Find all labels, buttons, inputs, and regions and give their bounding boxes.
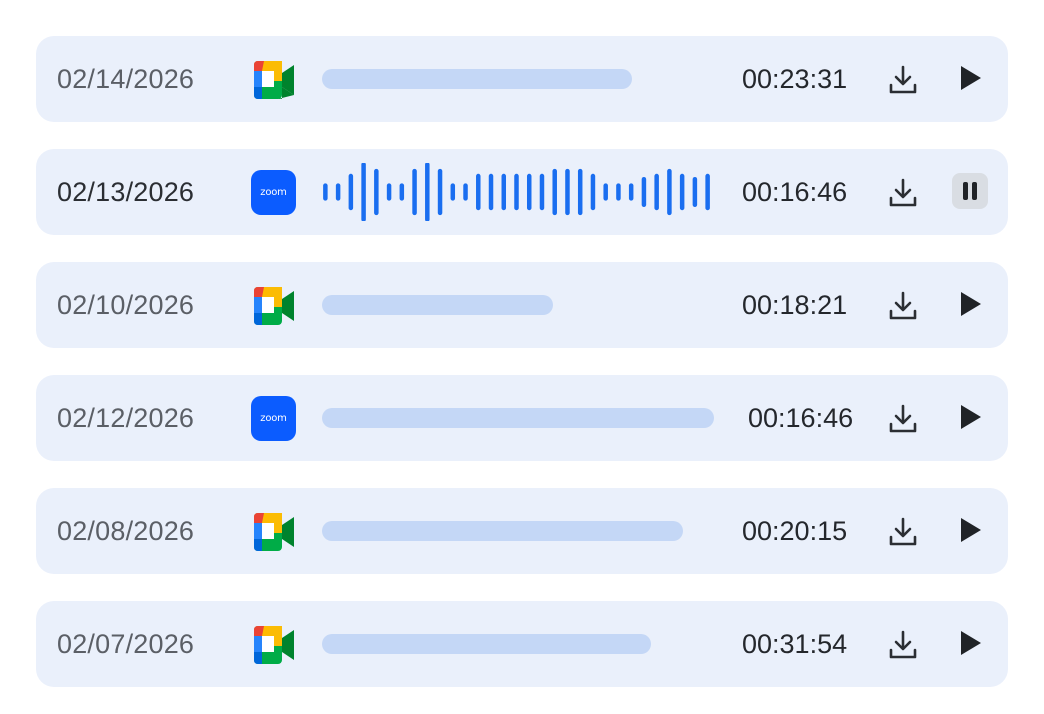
- recordings-list: 02/14/2026 00:23:31 02/13/2026 zoom 00:1…: [36, 36, 1008, 714]
- play-icon: [961, 405, 981, 429]
- progress-bar[interactable]: [322, 408, 714, 428]
- play-icon: [961, 518, 981, 542]
- recording-date: 02/08/2026: [57, 516, 195, 546]
- zoom-icon: zoom: [251, 170, 296, 215]
- audio-waveform[interactable]: [319, 163, 714, 221]
- recording-date: 02/07/2026: [57, 629, 195, 659]
- download-icon[interactable]: [886, 628, 920, 662]
- recording-row[interactable]: 02/12/2026 zoom 00:16:46: [36, 375, 1008, 461]
- recording-duration: 00:18:21: [742, 290, 848, 320]
- recording-date: 02/14/2026: [57, 64, 195, 94]
- progress-bar[interactable]: [322, 295, 553, 315]
- recording-row[interactable]: 02/14/2026 00:23:31: [36, 36, 1008, 122]
- play-icon: [961, 66, 981, 90]
- google-meet-icon: [254, 61, 294, 99]
- recording-duration: 00:20:15: [742, 516, 848, 546]
- play-button[interactable]: [952, 625, 988, 661]
- google-meet-icon: [254, 287, 294, 325]
- recording-duration: 00:23:31: [742, 64, 848, 94]
- recording-date: 02/13/2026: [57, 177, 195, 207]
- play-button[interactable]: [952, 286, 988, 322]
- zoom-icon: zoom: [251, 396, 296, 441]
- google-meet-icon: [254, 513, 294, 551]
- recording-row[interactable]: 02/07/2026 00:31:54: [36, 601, 1008, 687]
- play-icon: [961, 292, 981, 316]
- recording-duration: 00:16:46: [742, 177, 848, 207]
- play-icon: [961, 631, 981, 655]
- recording-row[interactable]: 02/08/2026 00:20:15: [36, 488, 1008, 574]
- pause-button[interactable]: [952, 173, 988, 209]
- progress-bar[interactable]: [322, 521, 683, 541]
- recording-duration: 00:16:46: [748, 403, 854, 433]
- recording-row[interactable]: 02/13/2026 zoom 00:16:46: [36, 149, 1008, 235]
- download-icon[interactable]: [886, 515, 920, 549]
- download-icon[interactable]: [886, 289, 920, 323]
- download-icon[interactable]: [886, 176, 920, 210]
- play-button[interactable]: [952, 60, 988, 96]
- recording-duration: 00:31:54: [742, 629, 848, 659]
- recording-row[interactable]: 02/10/2026 00:18:21: [36, 262, 1008, 348]
- progress-bar[interactable]: [322, 634, 651, 654]
- download-icon[interactable]: [886, 402, 920, 436]
- progress-bar[interactable]: [322, 69, 632, 89]
- pause-icon: [963, 182, 977, 200]
- download-icon[interactable]: [886, 63, 920, 97]
- google-meet-icon: [254, 626, 294, 664]
- recording-date: 02/12/2026: [57, 403, 195, 433]
- play-button[interactable]: [952, 399, 988, 435]
- recording-date: 02/10/2026: [57, 290, 195, 320]
- play-button[interactable]: [952, 512, 988, 548]
